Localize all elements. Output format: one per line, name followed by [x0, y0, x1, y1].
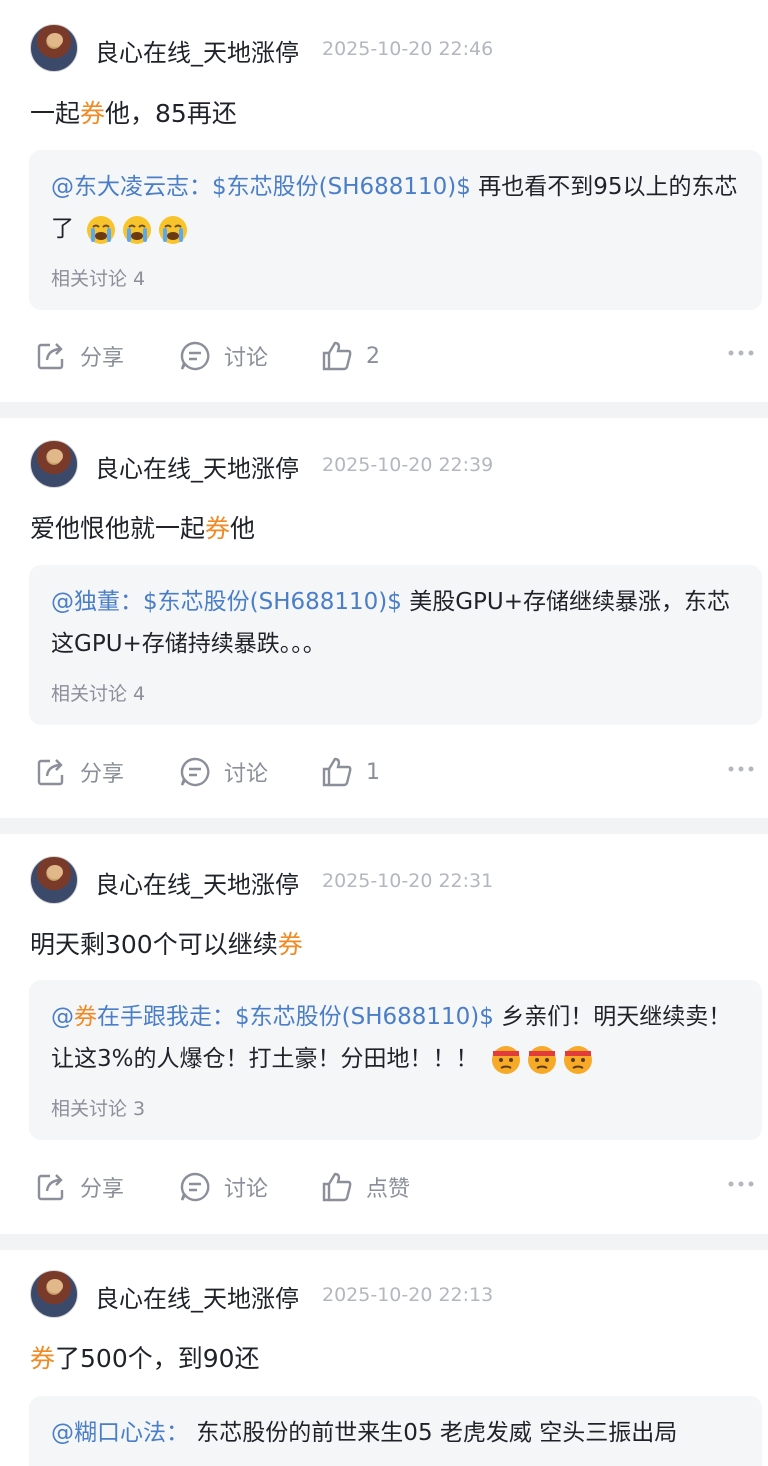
- post-card: 良心在线_天地涨停 2025-10-20 22:13 券了500个，到90还 @…: [0, 1250, 768, 1466]
- quoted-post[interactable]: @东大凌云志：$东芯股份(SH688110)$ 再也看不到95以上的东芯了 相关…: [29, 150, 762, 310]
- post-card: 良心在线_天地涨停 2025-10-20 22:39 爱他恨他就一起券他 @独董…: [0, 418, 768, 818]
- discuss-label: 讨论: [224, 346, 269, 371]
- share-label: 分享: [80, 346, 125, 371]
- more-icon[interactable]: [728, 348, 754, 358]
- like-count: 2: [366, 343, 380, 369]
- thumbs-up-icon: [322, 1172, 352, 1202]
- highlight-keyword: 券: [205, 514, 231, 543]
- discuss-label: 讨论: [224, 1177, 269, 1202]
- quoted-post[interactable]: @糊口心法： 东芯股份的前世来生05 老虎发威 空头三振出局: [29, 1396, 762, 1466]
- avatar[interactable]: [30, 24, 78, 72]
- post-card: 良心在线_天地涨停 2025-10-20 22:31 明天剩300个可以继续券 …: [0, 834, 768, 1234]
- share-icon: [37, 759, 64, 786]
- post-content: 一起券他，85再还: [30, 99, 237, 128]
- quoted-text: @券在手跟我走：$东芯股份(SH688110)$ 乡亲们！明天继续卖！让这3%的…: [51, 996, 741, 1080]
- more-icon[interactable]: [728, 1179, 754, 1189]
- highlight-keyword: 券: [277, 930, 303, 959]
- crying-face-emoji: [123, 215, 152, 244]
- more-icon[interactable]: [728, 764, 754, 774]
- discuss-button[interactable]: 讨论: [178, 1167, 268, 1207]
- quoted-text: @独董：$东芯股份(SH688110)$ 美股GPU+存储继续暴涨，东芯这GPU…: [51, 589, 731, 657]
- post-content: 爱他恨他就一起券他: [30, 514, 256, 543]
- like-button[interactable]: 2: [320, 336, 380, 376]
- comment-icon: [180, 1172, 210, 1202]
- avatar[interactable]: [30, 1270, 78, 1318]
- comment-icon: [180, 341, 210, 371]
- share-label: 分享: [80, 1177, 125, 1202]
- mention-link[interactable]: @东大凌云志：$东芯股份(SH688110)$: [51, 174, 471, 200]
- crying-face-emoji: [87, 215, 116, 244]
- share-label: 分享: [80, 762, 125, 787]
- discuss-button[interactable]: 讨论: [178, 752, 268, 792]
- quoted-text: @东大凌云志：$东芯股份(SH688110)$ 再也看不到95以上的东芯了: [51, 166, 741, 250]
- related-discussions[interactable]: 相关讨论 4: [51, 679, 145, 706]
- post-time: 2025-10-20 22:13: [322, 1284, 494, 1306]
- username[interactable]: 良心在线_天地涨停: [95, 865, 299, 900]
- highlight-keyword: 券: [30, 1344, 56, 1373]
- username[interactable]: 良心在线_天地涨停: [95, 449, 299, 484]
- crying-face-emoji: [159, 215, 188, 244]
- share-button[interactable]: 分享: [34, 336, 124, 376]
- username[interactable]: 良心在线_天地涨停: [95, 33, 299, 68]
- thumbs-up-icon: [322, 341, 352, 371]
- share-icon: [37, 343, 64, 370]
- post-time: 2025-10-20 22:46: [322, 38, 494, 60]
- highlight-keyword: 券: [80, 99, 106, 128]
- share-icon: [37, 1174, 64, 1201]
- shushing-face-emoji: [527, 1045, 556, 1074]
- username[interactable]: 良心在线_天地涨停: [95, 1279, 299, 1314]
- quoted-post[interactable]: @独董：$东芯股份(SH688110)$ 美股GPU+存储继续暴涨，东芯这GPU…: [29, 565, 762, 725]
- action-bar: 分享 讨论 1: [0, 752, 768, 792]
- shushing-face-emoji: [491, 1045, 520, 1074]
- quoted-post[interactable]: @券在手跟我走：$东芯股份(SH688110)$ 乡亲们！明天继续卖！让这3%的…: [29, 980, 762, 1140]
- post-content: 明天剩300个可以继续券: [30, 930, 303, 959]
- avatar[interactable]: [30, 856, 78, 904]
- post-time: 2025-10-20 22:39: [322, 454, 494, 476]
- mention-link[interactable]: @券在手跟我走：$东芯股份(SH688110)$: [51, 1004, 494, 1030]
- post-card: 良心在线_天地涨停 2025-10-20 22:46 一起券他，85再还 @东大…: [0, 0, 768, 402]
- like-label: 点赞: [366, 1177, 411, 1202]
- action-bar: 分享 讨论 点赞: [0, 1167, 768, 1207]
- post-time: 2025-10-20 22:31: [322, 870, 494, 892]
- discuss-label: 讨论: [224, 762, 269, 787]
- mention-link[interactable]: @独董：$东芯股份(SH688110)$: [51, 589, 402, 615]
- quoted-text: @糊口心法： 东芯股份的前世来生05 老虎发威 空头三振出局: [51, 1420, 678, 1446]
- like-button[interactable]: 1: [320, 752, 380, 792]
- share-button[interactable]: 分享: [34, 1167, 124, 1207]
- share-button[interactable]: 分享: [34, 752, 124, 792]
- like-button[interactable]: 点赞: [320, 1167, 410, 1207]
- post-content: 券了500个，到90还: [30, 1344, 260, 1373]
- discuss-button[interactable]: 讨论: [178, 336, 268, 376]
- comment-icon: [180, 757, 210, 787]
- shushing-face-emoji: [563, 1045, 592, 1074]
- related-discussions[interactable]: 相关讨论 4: [51, 264, 145, 291]
- thumbs-up-icon: [322, 757, 352, 787]
- like-count: 1: [366, 759, 380, 785]
- mention-link[interactable]: @糊口心法：: [51, 1420, 189, 1446]
- action-bar: 分享 讨论 2: [0, 336, 768, 376]
- avatar[interactable]: [30, 440, 78, 488]
- related-discussions[interactable]: 相关讨论 3: [51, 1094, 145, 1121]
